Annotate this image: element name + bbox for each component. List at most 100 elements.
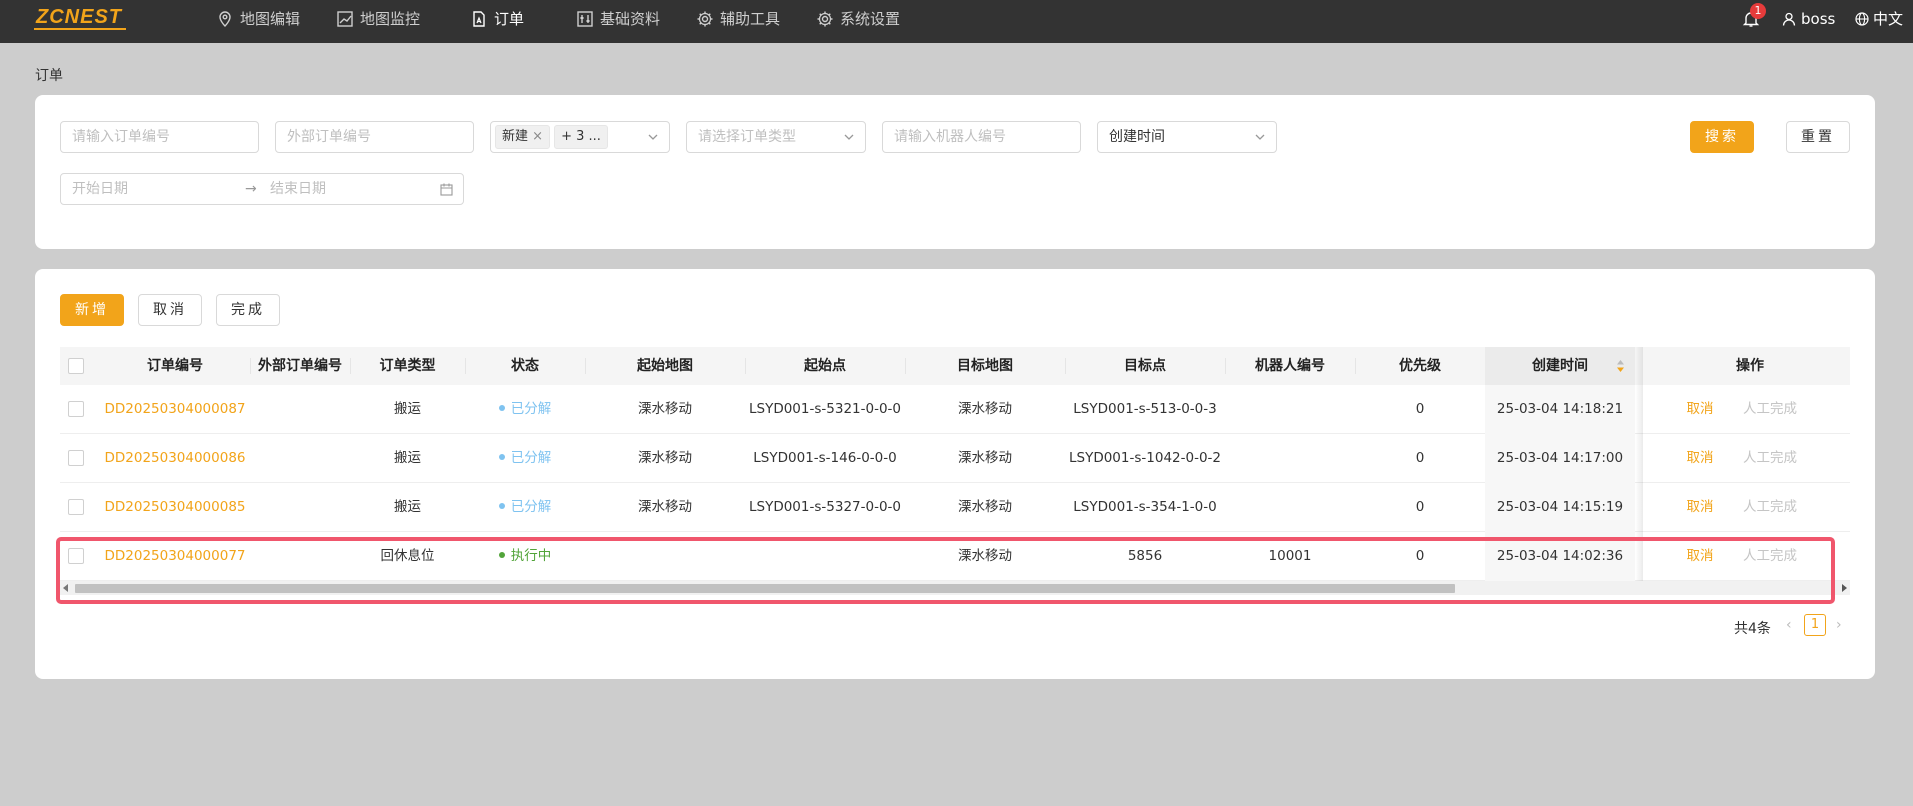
cell-start-point: LSYD001-s-5327-0-0-0 <box>745 483 905 532</box>
cell-status: 已分解 <box>465 434 585 483</box>
fixed-column-shadow <box>1635 434 1643 483</box>
status-label: 已分解 <box>510 450 552 466</box>
external-order-no-input[interactable]: 外部订单编号 <box>275 121 474 153</box>
cell-target-point-text: LSYD001-s-513-0-0-3 <box>1073 401 1217 417</box>
cell-target-map-text: 溧水移动 <box>958 499 1012 515</box>
order-no-input[interactable]: 请输入订单编号 <box>60 121 259 153</box>
robot-no-input[interactable]: 请输入机器人编号 <box>882 121 1081 153</box>
add-order-button[interactable]: 新增 <box>60 294 124 326</box>
page-1-button[interactable]: 1 <box>1804 614 1826 636</box>
cell-target-point-text: LSYD001-s-354-1-0-0 <box>1073 499 1217 515</box>
table-row: DD20250304000087 搬运 已分解 溧水移动 LSYD001-s-5321-… <box>60 385 1850 434</box>
user-menu[interactable]: boss <box>1782 0 1835 38</box>
cell-status: 已分解 <box>465 385 585 434</box>
status-tag-label: 新建 <box>502 129 529 144</box>
cell-priority: 0 <box>1355 483 1485 532</box>
notification-badge: 1 <box>1750 3 1766 19</box>
cell-robot-no <box>1225 434 1355 483</box>
cell-order-no-text[interactable]: DD20250304000086 <box>104 450 245 466</box>
cell-order-no[interactable]: DD20250304000085 <box>100 483 250 532</box>
manual-complete-link[interactable]: 人工完成 <box>1735 483 1805 532</box>
cell-order-no[interactable]: DD20250304000086 <box>100 434 250 483</box>
row-checkbox[interactable] <box>68 499 84 515</box>
map-pin-icon <box>219 11 231 27</box>
nav-item-basic-data[interactable]: 基础资料 <box>576 0 660 38</box>
cell-order-type-text: 搬运 <box>394 401 421 417</box>
cell-order-type: 搬运 <box>350 385 465 434</box>
cell-robot-no <box>1225 483 1355 532</box>
cancel-order-link[interactable]: 取消 <box>1680 385 1720 434</box>
end-date-input[interactable]: 结束日期 <box>270 174 326 204</box>
nav-item-label: 地图编辑 <box>240 10 301 28</box>
sort-icon[interactable] <box>1616 359 1625 373</box>
language-switch[interactable]: 中文 <box>1855 0 1903 38</box>
status-label: 已分解 <box>510 401 552 417</box>
status-tag: 新建 × <box>495 125 551 149</box>
order-type-select[interactable]: 请选择订单类型 <box>686 121 866 153</box>
nav-item-label: 地图监控 <box>360 10 421 28</box>
document-icon <box>473 11 485 27</box>
orders-panel: 新增 取消 完成 订单编号 外部订单编号 订单类型 状态 起始地图 起始点 目标… <box>35 269 1875 679</box>
status-dot-icon <box>498 503 505 509</box>
time-field-select[interactable]: 创建时间 <box>1097 121 1277 153</box>
col-created-time[interactable]: 创建时间 <box>1485 347 1635 385</box>
cell-order-no[interactable]: DD20250304000087 <box>100 385 250 434</box>
chevron-down-icon <box>1255 134 1265 140</box>
cell-external-no <box>250 434 350 483</box>
manual-complete-link[interactable]: 人工完成 <box>1735 385 1805 434</box>
nav-item-map-edit[interactable]: 地图编辑 <box>216 0 300 38</box>
pagination-total: 共4条 <box>1734 621 1771 637</box>
cancel-order-link[interactable]: 取消 <box>1680 483 1720 532</box>
date-range-picker[interactable]: 开始日期 → 结束日期 <box>60 173 464 205</box>
order-type-placeholder: 请选择订单类型 <box>698 129 796 145</box>
globe-icon <box>1855 12 1869 26</box>
cell-priority: 0 <box>1355 434 1485 483</box>
username: boss <box>1801 10 1836 28</box>
manual-complete-link[interactable]: 人工完成 <box>1735 434 1805 483</box>
start-date-input[interactable]: 开始日期 <box>72 181 128 197</box>
page-title: 订单 <box>35 68 63 84</box>
cell-start-map: 溧水移动 <box>585 385 745 434</box>
cell-external-no <box>250 385 350 434</box>
reset-button[interactable]: 重置 <box>1786 121 1850 153</box>
status-dot-icon <box>498 454 505 460</box>
nav-item-aux-tools[interactable]: 辅助工具 <box>696 0 780 38</box>
fixed-column-shadow <box>1635 385 1643 434</box>
fixed-column-shadow <box>1635 347 1643 385</box>
cell-start-map: 溧水移动 <box>585 434 745 483</box>
cell-created-time-text: 25-03-04 14:17:00 <box>1496 450 1624 466</box>
select-all-checkbox[interactable] <box>68 358 84 374</box>
next-page-icon[interactable]: › <box>1836 617 1842 633</box>
tag-close-icon[interactable]: × <box>532 129 543 144</box>
gear-icon <box>697 11 713 27</box>
search-button[interactable]: 搜索 <box>1690 121 1754 153</box>
cell-priority-text: 0 <box>1415 450 1425 466</box>
cell-order-no-text[interactable]: DD20250304000087 <box>104 401 245 417</box>
row-checkbox[interactable] <box>68 401 84 417</box>
status-dot-icon <box>498 405 505 411</box>
nav-item-system-settings[interactable]: 系统设置 <box>816 0 900 38</box>
col-external-no: 外部订单编号 <box>258 358 342 374</box>
status-select[interactable]: 新建 × + 3 ... <box>490 121 670 153</box>
nav-item-map-monitor[interactable]: 地图监控 <box>336 0 420 38</box>
cell-start-point-text: LSYD001-s-5321-0-0-0 <box>748 401 901 417</box>
cancel-orders-button[interactable]: 取消 <box>138 294 202 326</box>
cell-order-no-text[interactable]: DD20250304000085 <box>104 499 245 515</box>
prev-page-icon[interactable]: ‹ <box>1786 617 1792 633</box>
col-priority: 优先级 <box>1399 358 1441 374</box>
chart-icon <box>337 11 353 27</box>
row-checkbox[interactable] <box>68 450 84 466</box>
col-robot-no: 机器人编号 <box>1255 358 1325 374</box>
cell-order-type: 搬运 <box>350 434 465 483</box>
cell-target-map-text: 溧水移动 <box>958 401 1012 417</box>
nav-item-orders[interactable]: 订单 <box>470 0 524 38</box>
cell-created-time-text: 25-03-04 14:15:19 <box>1496 499 1624 515</box>
scroll-right-arrow-icon[interactable] <box>1842 584 1847 592</box>
table-header: 订单编号 外部订单编号 订单类型 状态 起始地图 起始点 目标地图 目标点 机器… <box>60 347 1850 385</box>
cancel-order-link[interactable]: 取消 <box>1680 434 1720 483</box>
cell-start-point-text: LSYD001-s-146-0-0-0 <box>753 450 897 466</box>
table-row: DD20250304000086 搬运 已分解 溧水移动 LSYD001-s-146-0… <box>60 434 1850 483</box>
col-status: 状态 <box>511 358 539 374</box>
complete-orders-button[interactable]: 完成 <box>216 294 280 326</box>
cell-priority-text: 0 <box>1415 401 1425 417</box>
